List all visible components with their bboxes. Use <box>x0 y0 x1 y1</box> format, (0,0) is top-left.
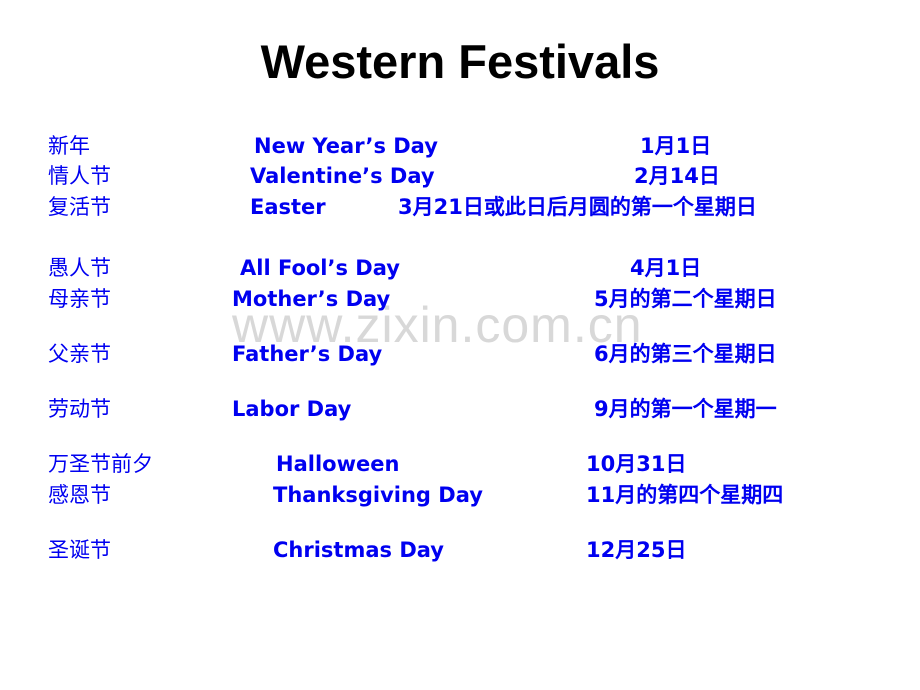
chinese-name: 劳动节 <box>48 397 111 421</box>
english-name: New Year’s Day <box>254 134 438 158</box>
chinese-name: 感恩节 <box>48 483 111 507</box>
english-name: Mother’s Day <box>232 287 391 311</box>
festival-date: 6月的第三个星期日 <box>594 342 777 366</box>
festival-row: 母亲节 Mother’s Day 5月的第二个星期日 <box>0 284 920 314</box>
festival-row: 感恩节 Thanksgiving Day 11月的第四个星期四 <box>0 480 920 510</box>
festival-date: 3月21日或此日后月圆的第一个星期日 <box>398 195 757 219</box>
english-name: Halloween <box>276 452 400 476</box>
festival-row: 愚人节 All Fool’s Day 4月1日 <box>0 253 920 283</box>
festival-date: 11月的第四个星期四 <box>586 483 784 507</box>
english-name: Valentine’s Day <box>250 164 435 188</box>
chinese-name: 父亲节 <box>48 342 111 366</box>
festival-date: 10月31日 <box>586 452 687 476</box>
festival-date: 2月14日 <box>634 164 720 188</box>
chinese-name: 复活节 <box>48 195 111 219</box>
festival-date: 9月的第一个星期一 <box>594 397 777 421</box>
festival-date: 12月25日 <box>586 538 687 562</box>
chinese-name: 新年 <box>48 134 90 158</box>
slide-title: Western Festivals <box>260 35 660 88</box>
english-name: Christmas Day <box>273 538 444 562</box>
english-name: Easter <box>250 195 326 219</box>
english-name: Thanksgiving Day <box>273 483 483 507</box>
chinese-name: 愚人节 <box>48 256 111 280</box>
festival-row: 劳动节 Labor Day 9月的第一个星期一 <box>0 394 920 424</box>
festival-row: 复活节 Easter 3月21日或此日后月圆的第一个星期日 <box>0 192 920 222</box>
chinese-name: 圣诞节 <box>48 538 111 562</box>
festival-row: 情人节 Valentine’s Day 2月14日 <box>0 161 920 191</box>
festival-row: 新年 New Year’s Day 1月1日 <box>0 131 920 161</box>
english-name: Labor Day <box>232 397 352 421</box>
chinese-name: 情人节 <box>48 164 111 188</box>
chinese-name: 万圣节前夕 <box>48 452 153 476</box>
festival-row: 圣诞节 Christmas Day 12月25日 <box>0 535 920 565</box>
chinese-name: 母亲节 <box>48 287 111 311</box>
english-name: All Fool’s Day <box>240 256 400 280</box>
english-name: Father’s Day <box>232 342 383 366</box>
festival-row: 父亲节 Father’s Day 6月的第三个星期日 <box>0 339 920 369</box>
festival-date: 5月的第二个星期日 <box>594 287 777 311</box>
festival-date: 1月1日 <box>640 134 712 158</box>
festival-row: 万圣节前夕 Halloween 10月31日 <box>0 449 920 479</box>
festival-date: 4月1日 <box>630 256 702 280</box>
